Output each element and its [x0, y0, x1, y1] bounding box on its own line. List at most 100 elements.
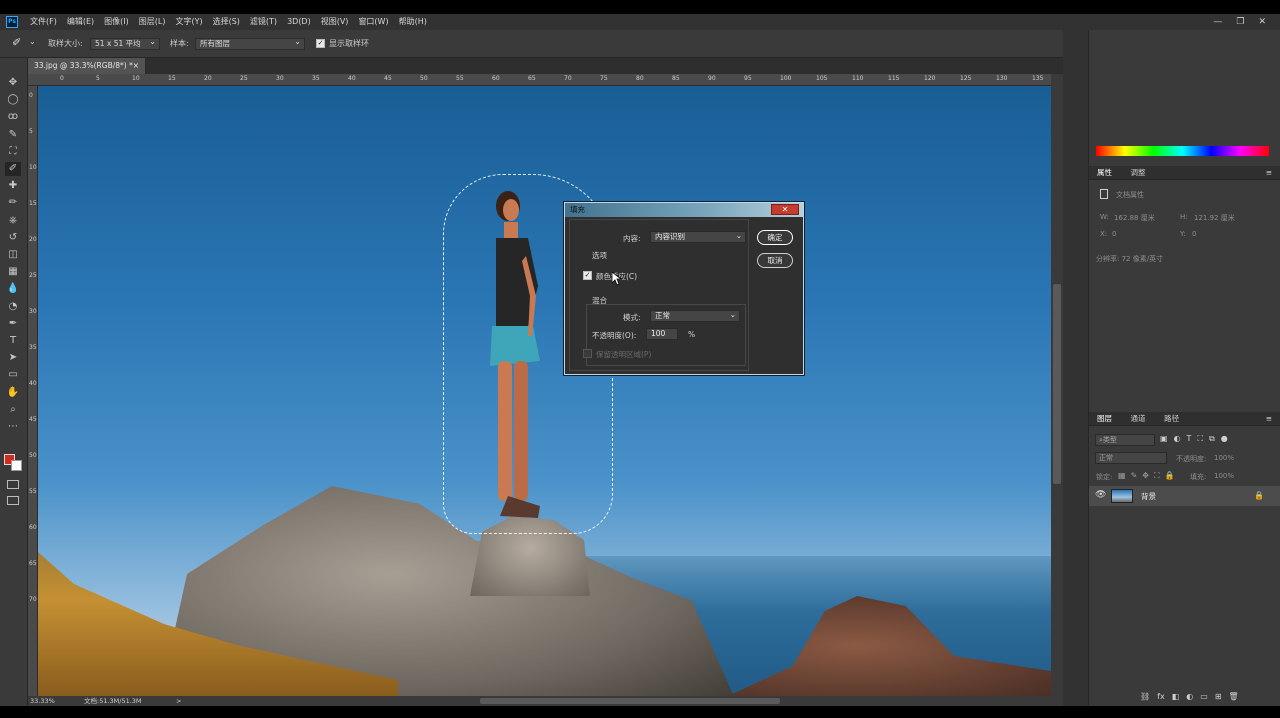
gradient-icon[interactable]: ▦: [5, 265, 21, 279]
filter-shape-icon[interactable]: ⛶: [1197, 434, 1209, 443]
type-icon[interactable]: T: [5, 334, 21, 348]
layer-filter-input[interactable]: ⌕类型: [1095, 434, 1155, 446]
cancel-button[interactable]: 取消: [757, 253, 793, 268]
image-canvas[interactable]: [38, 86, 1051, 696]
document-tab[interactable]: 33.jpg @ 33.3%(RGB/8*) * ×: [28, 58, 146, 74]
zoom-icon[interactable]: ⌕: [5, 403, 21, 417]
eye-icon[interactable]: 👁: [1095, 490, 1106, 500]
ok-button[interactable]: 确定: [757, 230, 793, 245]
fx-icon[interactable]: fx: [1157, 692, 1165, 701]
y-value[interactable]: 0: [1192, 230, 1196, 238]
move-icon[interactable]: ✥: [5, 76, 21, 90]
preserve-transparency-checkbox[interactable]: [583, 349, 592, 358]
x-value[interactable]: 0: [1112, 230, 1116, 238]
menu-filter[interactable]: 滤镜(T): [250, 16, 277, 28]
eraser-icon[interactable]: ◫: [5, 248, 21, 262]
ruler-h-tick: 110: [852, 75, 864, 82]
fill-value[interactable]: 100%: [1214, 472, 1234, 480]
fill-dialog-titlebar[interactable]: 填充 ✕: [565, 203, 803, 217]
menu-edit[interactable]: 编辑(E): [67, 16, 94, 28]
brush-icon[interactable]: ✏: [5, 196, 21, 210]
color-spectrum[interactable]: [1096, 146, 1269, 156]
sample-size-select[interactable]: 51 x 51 平均: [90, 37, 160, 50]
filter-toggle-icon[interactable]: ●: [1221, 434, 1234, 443]
layer-opacity-value[interactable]: 100%: [1214, 454, 1234, 462]
eyedropper-icon[interactable]: ✐: [12, 36, 21, 49]
group-icon[interactable]: ▭: [1200, 692, 1208, 701]
sample-select[interactable]: 所有图层: [195, 37, 305, 50]
dodge-icon[interactable]: ◔: [5, 300, 21, 314]
crop-icon[interactable]: ⛶: [5, 145, 21, 159]
trash-icon[interactable]: 🗑: [1229, 692, 1239, 701]
tab-close-icon[interactable]: ×: [133, 58, 139, 74]
minimize-icon[interactable]: —: [1213, 16, 1222, 28]
status-arrow-icon[interactable]: >: [176, 696, 181, 706]
menu-3d[interactable]: 3D(D): [287, 16, 311, 28]
panel-menu-icon[interactable]: ≡: [1258, 166, 1280, 180]
eyedropper-icon[interactable]: ✐: [5, 162, 21, 176]
layers-menu-icon[interactable]: ≡: [1258, 412, 1280, 426]
lock-artboard-icon[interactable]: ⛶: [1154, 471, 1165, 480]
restore-icon[interactable]: ❐: [1236, 16, 1244, 28]
mask-icon[interactable]: ◧: [1172, 692, 1180, 701]
tab-layers[interactable]: 图层: [1089, 412, 1120, 426]
quick-select-icon[interactable]: ✎: [5, 128, 21, 142]
lock-transparency-icon[interactable]: ▦: [1118, 471, 1131, 480]
horizontal-scrollbar-thumb[interactable]: [480, 698, 780, 704]
blend-mode-select[interactable]: 正常: [1095, 452, 1167, 464]
marquee-icon[interactable]: ◯: [5, 93, 21, 107]
layer-name[interactable]: 背景: [1141, 491, 1156, 502]
path-select-icon[interactable]: ➤: [5, 351, 21, 365]
tab-paths[interactable]: 路径: [1156, 412, 1187, 426]
screen-mode-icon[interactable]: [7, 496, 19, 505]
menu-view[interactable]: 视图(V): [321, 16, 349, 28]
lock-paint-icon[interactable]: ✎: [1131, 471, 1143, 480]
healing-icon[interactable]: ✚: [5, 179, 21, 193]
filter-adjust-icon[interactable]: ◐: [1174, 434, 1187, 443]
filter-pixel-icon[interactable]: ▣: [1160, 434, 1174, 443]
lock-icons: ▦✎✥⛶🔒: [1118, 471, 1180, 481]
color-adapt-checkbox[interactable]: ✓: [583, 271, 592, 280]
hand-icon[interactable]: ✋: [5, 386, 21, 400]
link-layers-icon[interactable]: ⛓: [1140, 692, 1150, 701]
new-layer-icon[interactable]: ⊞: [1215, 692, 1222, 701]
color-panel[interactable]: [1094, 82, 1270, 144]
width-value[interactable]: 162.88 厘米: [1114, 213, 1155, 223]
dialog-close-icon[interactable]: ✕: [771, 204, 799, 215]
background-color-swatch[interactable]: [11, 460, 22, 471]
canvas-vertical-scrollbar[interactable]: [1051, 74, 1063, 696]
pen-icon[interactable]: ✒: [5, 317, 21, 331]
dialog-opacity-input[interactable]: 100: [646, 328, 678, 340]
layer-row[interactable]: 👁 背景 🔒: [1089, 486, 1280, 506]
shape-icon[interactable]: ▭: [5, 368, 21, 382]
content-select[interactable]: 内容识别 ⌄: [650, 231, 746, 243]
menu-image[interactable]: 图像(I): [104, 16, 129, 28]
menu-help[interactable]: 帮助(H): [399, 16, 427, 28]
filter-smart-icon[interactable]: ⧉: [1209, 434, 1221, 443]
chevron-down-icon[interactable]: ⌄: [29, 37, 36, 46]
height-value[interactable]: 121.92 厘米: [1194, 213, 1235, 223]
lock-all-icon[interactable]: 🔒: [1165, 471, 1180, 480]
menu-file[interactable]: 文件(F): [30, 16, 57, 28]
stamp-icon[interactable]: ⎈: [5, 214, 21, 228]
more-icon[interactable]: ⋯: [5, 420, 21, 434]
history-brush-icon[interactable]: ↺: [5, 231, 21, 245]
menu-window[interactable]: 窗口(W): [358, 16, 388, 28]
menu-type[interactable]: 文字(Y): [175, 16, 202, 28]
tab-channels[interactable]: 通道: [1123, 412, 1154, 426]
mode-select[interactable]: 正常 ⌄: [650, 310, 740, 322]
menu-select[interactable]: 选择(S): [213, 16, 240, 28]
adjustment-layer-icon[interactable]: ◐: [1186, 692, 1193, 701]
tab-adjustments[interactable]: 调整: [1123, 166, 1154, 180]
filter-type-icon[interactable]: T: [1187, 434, 1198, 443]
lasso-icon[interactable]: ꝏ: [5, 110, 21, 124]
menu-layer[interactable]: 图层(L): [139, 16, 166, 28]
close-icon[interactable]: ✕: [1258, 16, 1266, 28]
blur-icon[interactable]: 💧: [5, 282, 21, 296]
tab-properties[interactable]: 属性: [1089, 166, 1120, 180]
lock-move-icon[interactable]: ✥: [1142, 471, 1154, 480]
show-ring-checkbox[interactable]: ✓: [316, 39, 325, 48]
quick-mask-icon[interactable]: [7, 480, 19, 489]
scrollbar-thumb[interactable]: [1053, 284, 1061, 484]
zoom-level[interactable]: 33.33%: [30, 696, 55, 706]
